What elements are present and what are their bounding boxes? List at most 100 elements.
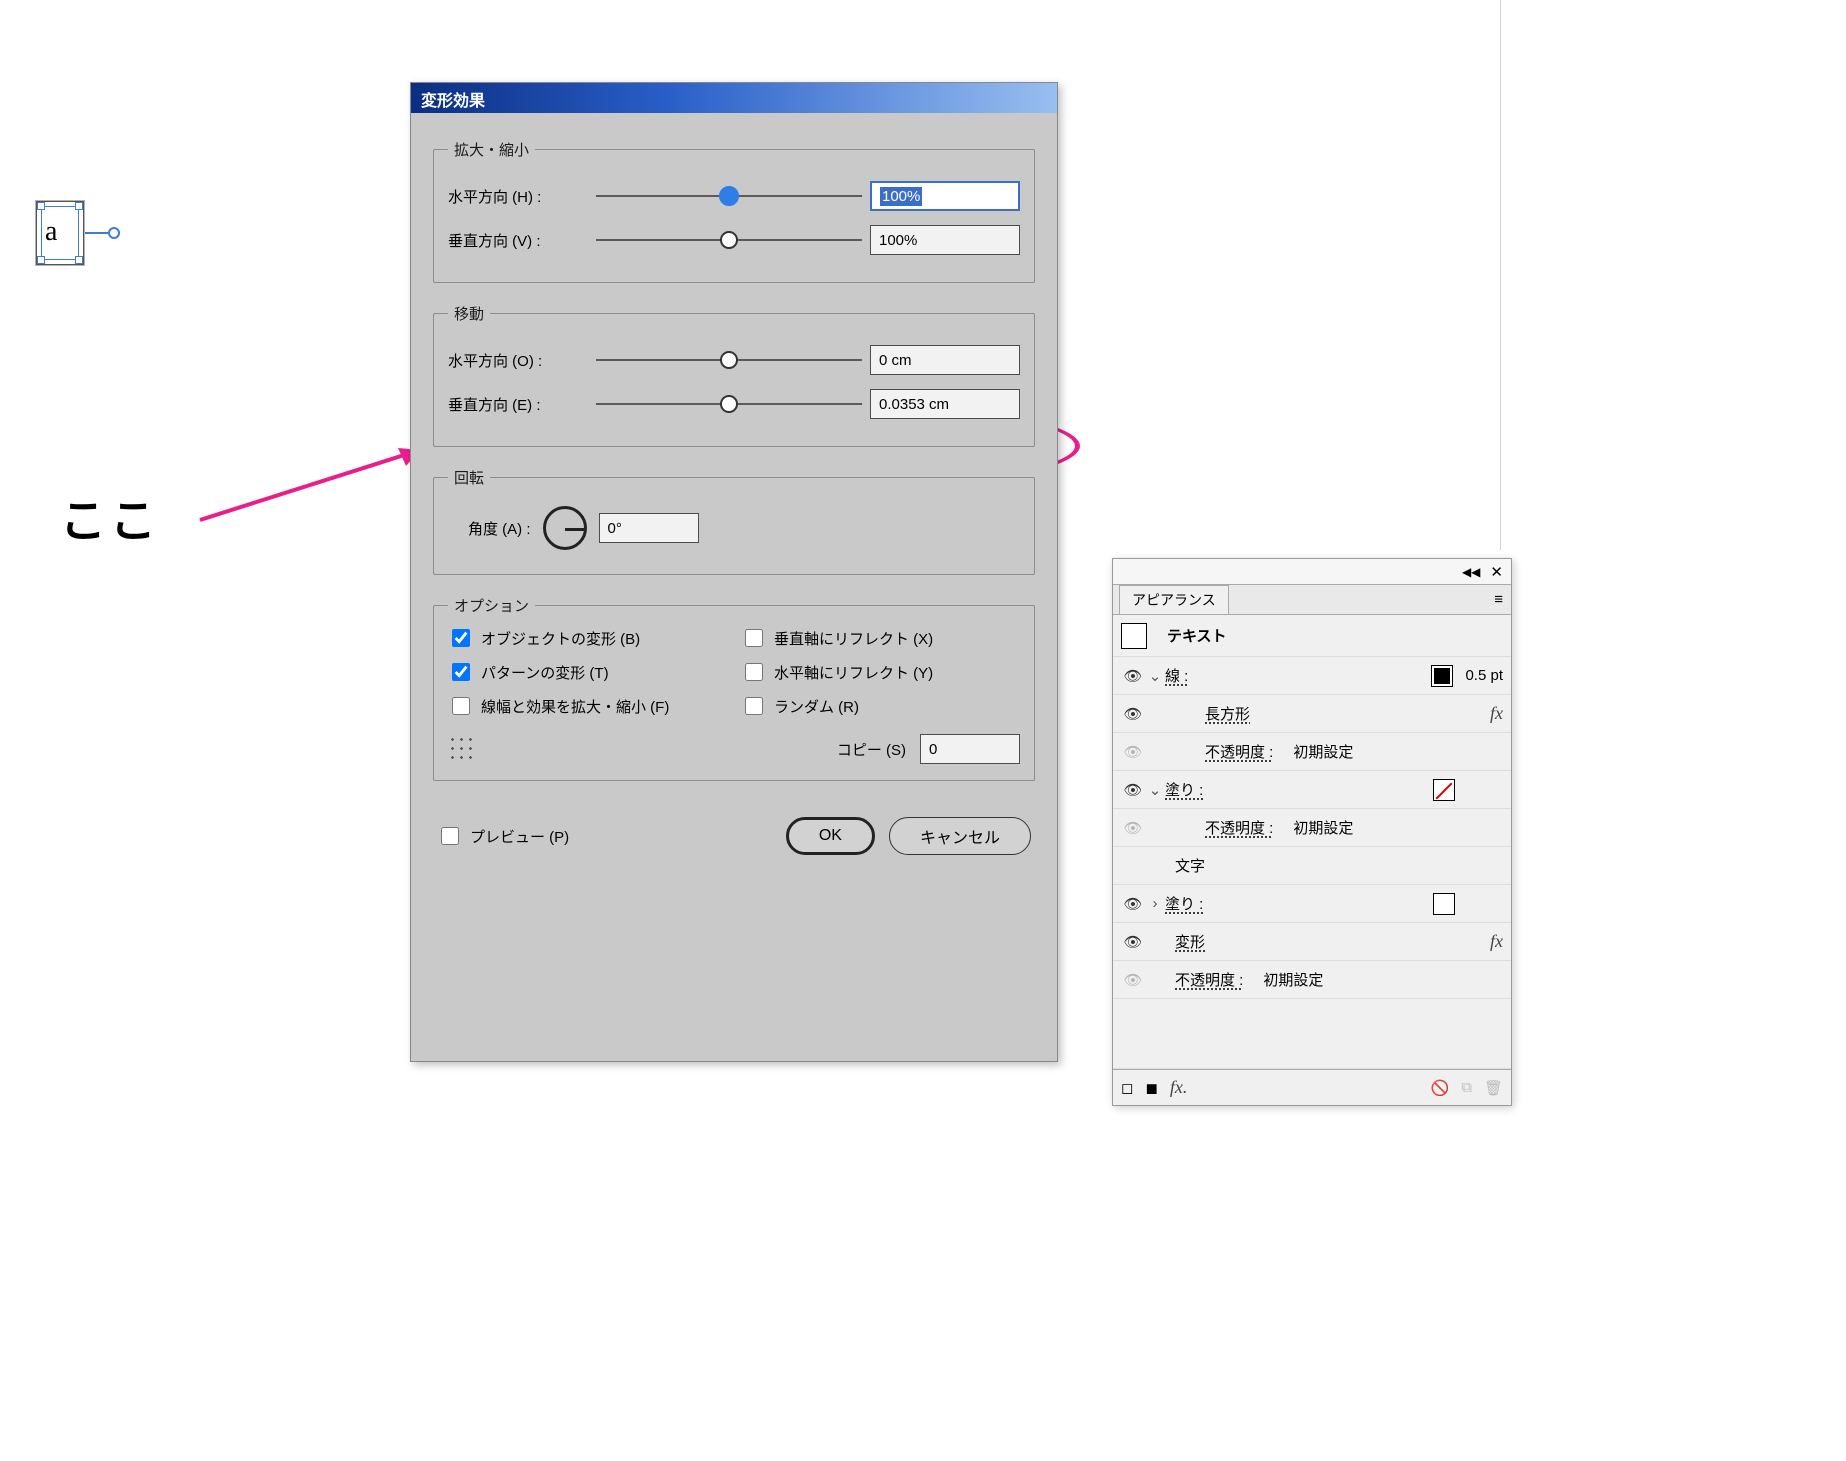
disclosure-right-icon[interactable]: ›	[1145, 895, 1165, 912]
transform-effect-dialog: 変形効果 拡大・縮小 水平方向 (H) : 100% 垂直方向 (V) :	[410, 82, 1058, 1062]
visibility-toggle-icon[interactable]: 👁	[1121, 819, 1145, 837]
appearance-panel: ◀◀ ✕ アピアランス ≡ テキスト 👁 ⌄ 線 : 0.5 pt 👁 長方形 …	[1112, 558, 1512, 1106]
slider-thumb-icon[interactable]	[719, 186, 739, 206]
selection-handle-bl[interactable]	[37, 256, 45, 264]
fill-white-label[interactable]: 塗り :	[1165, 893, 1203, 914]
checkbox-icon[interactable]	[745, 697, 763, 715]
opacity-label-fillnone[interactable]: 不透明度 :	[1205, 817, 1273, 838]
preview-checkbox[interactable]: プレビュー (P)	[437, 824, 569, 848]
new-fill-icon[interactable]: ◼	[1145, 1079, 1157, 1097]
checkbox-icon[interactable]	[452, 629, 470, 647]
reflect-y-checkbox[interactable]: 水平軸にリフレクト (Y)	[741, 660, 1020, 684]
slider-thumb-icon[interactable]	[720, 351, 738, 369]
opacity-label-stroke[interactable]: 不透明度 :	[1205, 741, 1273, 762]
preview-label: プレビュー (P)	[470, 826, 569, 847]
reflect-x-checkbox[interactable]: 垂直軸にリフレクト (X)	[741, 626, 1020, 650]
visibility-toggle-icon[interactable]: 👁	[1121, 895, 1145, 913]
checkbox-icon[interactable]	[745, 629, 763, 647]
clear-appearance-icon[interactable]: 🚫	[1431, 1079, 1450, 1097]
selection-handle-br[interactable]	[75, 256, 83, 264]
opacity-label-overall[interactable]: 不透明度 :	[1175, 969, 1243, 990]
scale-strokes-checkbox[interactable]: 線幅と効果を拡大・縮小 (F)	[448, 694, 727, 718]
scale-v-slider[interactable]	[596, 225, 862, 255]
selected-object[interactable]: a	[36, 201, 84, 265]
visibility-toggle-icon[interactable]: 👁	[1121, 933, 1145, 951]
fill-none-row[interactable]: 👁 ⌄ 塗り :	[1113, 771, 1511, 809]
selection-handle-tl[interactable]	[37, 202, 45, 210]
close-icon[interactable]: ✕	[1490, 563, 1503, 581]
checkbox-icon[interactable]	[452, 663, 470, 681]
characters-row[interactable]: 👁 文字	[1113, 847, 1511, 885]
scale-strokes-label: 線幅と効果を拡大・縮小 (F)	[481, 696, 669, 717]
move-v-field[interactable]: 0.0353 cm	[870, 389, 1020, 419]
fill-none-opacity-row[interactable]: 👁 不透明度 : 初期設定	[1113, 809, 1511, 847]
scale-v-label: 垂直方向 (V) :	[448, 230, 588, 251]
appearance-target-row[interactable]: テキスト	[1113, 615, 1511, 657]
visibility-toggle-icon[interactable]: 👁	[1121, 971, 1145, 989]
reflect-x-label: 垂直軸にリフレクト (X)	[774, 628, 933, 649]
panel-menu-icon[interactable]: ≡	[1494, 591, 1503, 608]
ok-button[interactable]: OK	[786, 817, 875, 855]
fill-none-label[interactable]: 塗り :	[1165, 779, 1203, 800]
selection-out-port-line	[85, 232, 110, 234]
scale-v-field[interactable]: 100%	[870, 225, 1020, 255]
stroke-opacity-row[interactable]: 👁 不透明度 : 初期設定	[1113, 733, 1511, 771]
disclosure-down-icon[interactable]: ⌄	[1145, 781, 1165, 799]
stroke-swatch-icon[interactable]	[1431, 665, 1453, 687]
move-v-label: 垂直方向 (E) :	[448, 394, 588, 415]
delete-item-icon[interactable]: 🗑	[1484, 1079, 1503, 1097]
stroke-effect-label[interactable]: 長方形	[1205, 703, 1250, 724]
new-stroke-icon[interactable]: ◻	[1121, 1079, 1133, 1097]
overall-opacity-row[interactable]: 👁 不透明度 : 初期設定	[1113, 961, 1511, 999]
fx-icon[interactable]: fx	[1490, 703, 1503, 724]
checkbox-icon[interactable]	[441, 827, 459, 845]
move-h-value: 0 cm	[879, 352, 912, 369]
panel-topbar: ◀◀ ✕	[1113, 559, 1511, 585]
dialog-title: 変形効果	[411, 83, 1057, 113]
options-group: オプション オブジェクトの変形 (B) 垂直軸にリフレクト (X) パターンの変…	[433, 595, 1035, 781]
transform-effect-label[interactable]: 変形	[1175, 931, 1205, 952]
annotation-label: ここ	[60, 485, 160, 551]
fill-white-swatch-icon[interactable]	[1433, 893, 1455, 915]
copies-field[interactable]: 0	[920, 734, 1020, 764]
fx-icon[interactable]: fx	[1490, 931, 1503, 952]
selection-handle-tr[interactable]	[75, 202, 83, 210]
angle-dial[interactable]	[543, 506, 587, 550]
collapse-icon[interactable]: ◀◀	[1462, 565, 1480, 579]
angle-label: 角度 (A) :	[468, 518, 531, 539]
move-h-slider[interactable]	[596, 345, 862, 375]
selection-out-port-icon[interactable]	[108, 227, 120, 239]
move-h-field[interactable]: 0 cm	[870, 345, 1020, 375]
scale-h-field[interactable]: 100%	[870, 181, 1020, 211]
scale-h-slider[interactable]	[596, 181, 862, 211]
transform-patterns-checkbox[interactable]: パターンの変形 (T)	[448, 660, 727, 684]
move-v-slider[interactable]	[596, 389, 862, 419]
checkbox-icon[interactable]	[452, 697, 470, 715]
slider-thumb-icon[interactable]	[720, 231, 738, 249]
stroke-effect-rectangle-row[interactable]: 👁 長方形 fx	[1113, 695, 1511, 733]
reference-point-picker[interactable]	[448, 735, 476, 763]
angle-field[interactable]: 0°	[599, 513, 699, 543]
visibility-toggle-icon[interactable]: 👁	[1121, 743, 1145, 761]
slider-thumb-icon[interactable]	[720, 395, 738, 413]
checkbox-icon[interactable]	[745, 663, 763, 681]
add-effect-icon[interactable]: fx.	[1170, 1077, 1188, 1098]
rotate-group: 回転 角度 (A) : 0°	[433, 467, 1035, 575]
move-h-label: 水平方向 (O) :	[448, 350, 588, 371]
cancel-button[interactable]: キャンセル	[889, 817, 1031, 855]
visibility-toggle-icon[interactable]: 👁	[1121, 705, 1145, 723]
tab-appearance[interactable]: アピアランス	[1119, 585, 1229, 614]
stroke-weight-value[interactable]: 0.5 pt	[1465, 667, 1503, 684]
disclosure-down-icon[interactable]: ⌄	[1145, 667, 1165, 685]
artboard-edge	[1500, 0, 1846, 550]
transform-effect-row[interactable]: 👁 変形 fx	[1113, 923, 1511, 961]
stroke-label[interactable]: 線 :	[1165, 665, 1188, 686]
visibility-toggle-icon[interactable]: 👁	[1121, 781, 1145, 799]
random-checkbox[interactable]: ランダム (R)	[741, 694, 1020, 718]
fill-white-row[interactable]: 👁 › 塗り :	[1113, 885, 1511, 923]
duplicate-item-icon[interactable]: ⧉	[1461, 1079, 1472, 1096]
visibility-toggle-icon[interactable]: 👁	[1121, 667, 1145, 685]
fill-none-swatch-icon[interactable]	[1433, 779, 1455, 801]
stroke-row[interactable]: 👁 ⌄ 線 : 0.5 pt	[1113, 657, 1511, 695]
transform-objects-checkbox[interactable]: オブジェクトの変形 (B)	[448, 626, 727, 650]
